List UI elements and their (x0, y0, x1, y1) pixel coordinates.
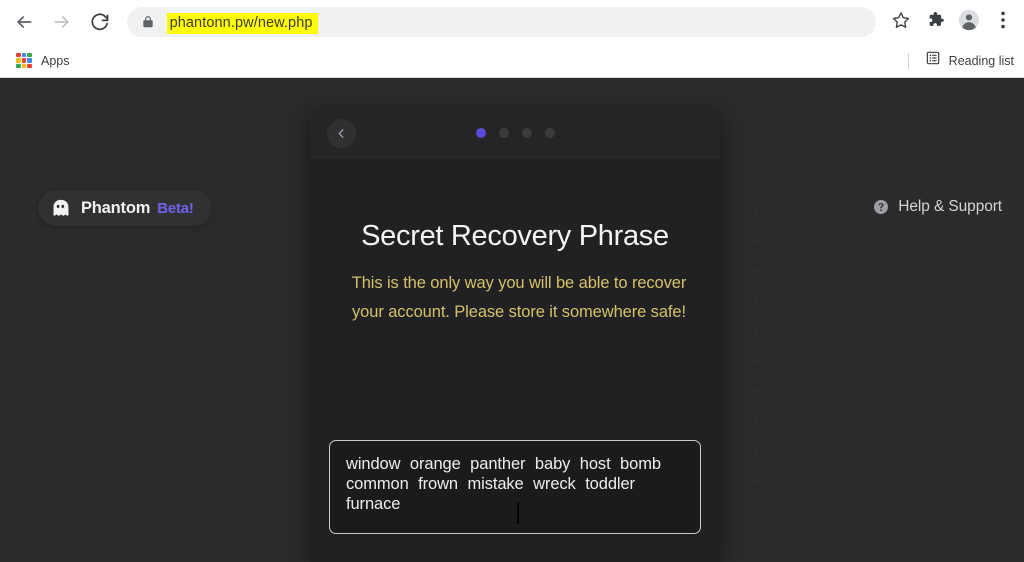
account-avatar-icon (958, 9, 980, 36)
seed-phrase-box[interactable]: window orange panther baby host bomb com… (329, 440, 701, 534)
browser-back-button[interactable] (8, 5, 40, 39)
browser-chrome: phantonn.pw/new.php Apps Reading list (0, 0, 1024, 78)
profile-button[interactable] (954, 7, 984, 37)
arrow-right-icon (52, 12, 72, 32)
bookmarks-bar: Apps Reading list (0, 44, 1024, 78)
phantom-brand-badge[interactable]: Phantom Beta! (38, 190, 212, 226)
page-title: Secret Recovery Phrase (361, 220, 669, 252)
bookmark-star-button[interactable] (886, 7, 916, 37)
apps-grid-icon (16, 52, 32, 69)
reading-list-label: Reading list (948, 53, 1014, 68)
chrome-menu-button[interactable] (988, 7, 1018, 37)
bookmarks-bar-right: Reading list (907, 47, 1020, 74)
warning-text: This is the only way you will be able to… (351, 274, 687, 321)
reading-list-icon (925, 50, 941, 71)
browser-forward-button[interactable] (46, 5, 78, 39)
step-pagination (310, 128, 720, 138)
help-support-label: Help & Support (898, 198, 1002, 215)
puzzle-piece-icon (926, 10, 945, 34)
text-cursor (517, 503, 519, 524)
pagination-dot-4[interactable] (544, 128, 555, 138)
background-texture (752, 196, 758, 496)
browser-toolbar: phantonn.pw/new.php (0, 0, 1024, 44)
seed-phrase-text: window orange panther baby host bomb com… (346, 455, 661, 513)
brand-beta-tag: Beta! (157, 199, 194, 217)
extensions-button[interactable] (920, 7, 950, 37)
three-dot-menu-icon (1001, 11, 1005, 34)
page-content: Phantom Beta! Help & Support Secret Reco… (0, 78, 1024, 562)
reading-list-button[interactable]: Reading list (919, 47, 1020, 74)
apps-label: Apps (41, 53, 70, 68)
reload-icon (90, 12, 110, 32)
apps-shortcut[interactable]: Apps (8, 50, 78, 72)
modal-header (310, 110, 720, 158)
recovery-phrase-modal: Secret Recovery Phrase This is the only … (310, 110, 720, 562)
pagination-dot-1[interactable] (475, 128, 486, 138)
pagination-dot-2[interactable] (498, 128, 509, 138)
url-text[interactable]: phantonn.pw/new.php (166, 12, 318, 34)
question-circle-icon (873, 199, 889, 215)
lock-icon (141, 15, 155, 29)
star-icon (892, 11, 910, 34)
brand-name: Phantom (81, 198, 151, 217)
ghost-icon (50, 198, 71, 219)
arrow-left-icon (14, 12, 34, 32)
address-bar[interactable]: phantonn.pw/new.php (126, 7, 876, 37)
help-support-link[interactable]: Help & Support (873, 198, 1002, 216)
browser-reload-button[interactable] (84, 5, 116, 39)
pagination-dot-3[interactable] (521, 128, 532, 138)
bookmarks-divider (907, 52, 909, 69)
